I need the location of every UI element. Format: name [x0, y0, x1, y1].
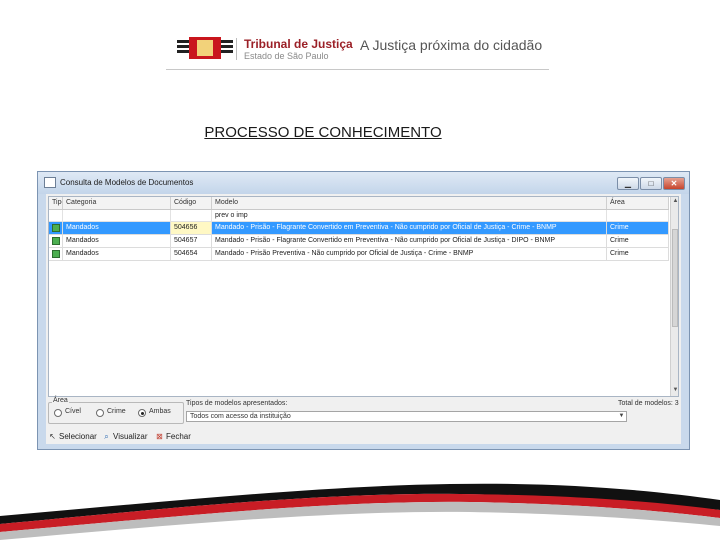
column-header-categoria[interactable]: Categoria [63, 197, 171, 209]
models-grid[interactable]: Tipo Categoria Código Modelo Área prev o… [48, 196, 679, 397]
window-app-icon [44, 177, 56, 188]
row-modelo: Mandado - Prisão Preventiva - Não cumpri… [212, 248, 607, 260]
row-type-cell [49, 248, 63, 260]
window-titlebar[interactable]: Consulta de Modelos de Documentos ▁ □ ✕ [38, 172, 689, 194]
table-row[interactable]: Mandados 504657 Mandado - Prisão - Flagr… [49, 235, 669, 248]
row-area: Crime [607, 222, 669, 234]
table-row[interactable]: Mandados 504654 Mandado - Prisão Prevent… [49, 248, 669, 261]
filter-cell-categoria[interactable] [63, 210, 171, 221]
row-area: Crime [607, 248, 669, 260]
documents-window: Consulta de Modelos de Documentos ▁ □ ✕ … [37, 171, 690, 450]
filter-cell-codigo[interactable] [171, 210, 212, 221]
scroll-down-icon[interactable]: ▼ [671, 386, 678, 395]
filter-cell-tipo[interactable] [49, 210, 63, 221]
filter-input-modelo[interactable]: prev o imp [212, 210, 607, 221]
radio-ambas[interactable] [138, 409, 146, 417]
radio-ambas-label[interactable]: Ambas [149, 408, 171, 415]
logo-subtitle: Estado de São Paulo [244, 51, 329, 61]
table-row[interactable]: Mandados 504656 Mandado - Prisão - Flagr… [49, 222, 669, 235]
header-divider [166, 69, 549, 70]
close-button[interactable]: ✕ [663, 177, 685, 190]
close-door-icon[interactable]: ⊠ [155, 432, 164, 441]
row-area: Crime [607, 235, 669, 247]
window-client: Tipo Categoria Código Modelo Área prev o… [46, 194, 681, 444]
document-type-icon [52, 237, 60, 245]
radio-crime-label[interactable]: Crime [107, 408, 126, 415]
row-modelo: Mandado - Prisão - Flagrante Convertido … [212, 222, 607, 234]
maximize-button[interactable]: □ [640, 177, 662, 190]
row-type-cell [49, 235, 63, 247]
scroll-up-icon[interactable]: ▲ [671, 197, 678, 206]
chevron-down-icon[interactable]: ▼ [617, 412, 626, 421]
total-models-label: Total de modelos: 3 [618, 400, 679, 407]
area-legend: Área [52, 397, 69, 404]
row-modelo: Mandado - Prisão - Flagrante Convertido … [212, 235, 607, 247]
tipos-label: Tipos de modelos apresentados: [186, 400, 288, 407]
magnifier-icon[interactable]: ⌕ [102, 432, 111, 441]
scrollbar-thumb[interactable] [672, 229, 678, 327]
radio-crime[interactable] [96, 409, 104, 417]
row-codigo: 504654 [171, 248, 212, 260]
fechar-button[interactable]: Fechar [166, 432, 191, 441]
select-icon[interactable]: ↖ [48, 432, 57, 441]
row-codigo: 504656 [171, 222, 212, 234]
row-codigo: 504657 [171, 235, 212, 247]
sejp-logo [175, 36, 235, 60]
selecionar-button[interactable]: Selecionar [59, 432, 97, 441]
row-categoria: Mandados [63, 222, 171, 234]
logo-title: Tribunal de Justiça [244, 37, 353, 51]
visualizar-button[interactable]: Visualizar [113, 432, 148, 441]
column-header-tipo[interactable]: Tipo [49, 197, 63, 209]
grid-header: Tipo Categoria Código Modelo Área [49, 197, 669, 210]
tipos-select[interactable]: Todos com acesso da instituição [186, 411, 627, 422]
grid-filter-row: prev o imp [49, 210, 669, 222]
row-categoria: Mandados [63, 235, 171, 247]
radio-civel-label[interactable]: Cível [65, 408, 81, 415]
filter-cell-area[interactable] [607, 210, 669, 221]
column-header-area[interactable]: Área [607, 197, 669, 209]
page-title: PROCESSO DE CONHECIMENTO [204, 124, 442, 141]
minimize-button[interactable]: ▁ [617, 177, 639, 190]
row-type-cell [49, 222, 63, 234]
column-header-modelo[interactable]: Modelo [212, 197, 607, 209]
tagline: A Justiça próxima do cidadão [360, 37, 543, 53]
row-categoria: Mandados [63, 248, 171, 260]
document-type-icon [52, 224, 60, 232]
window-title: Consulta de Modelos de Documentos [60, 178, 194, 187]
column-header-codigo[interactable]: Código [171, 197, 212, 209]
logo-separator [236, 38, 237, 60]
grid-vertical-scrollbar[interactable]: ▲ ▼ [670, 197, 678, 396]
document-type-icon [52, 250, 60, 258]
radio-civel[interactable] [54, 409, 62, 417]
footer-swoosh [0, 470, 720, 540]
